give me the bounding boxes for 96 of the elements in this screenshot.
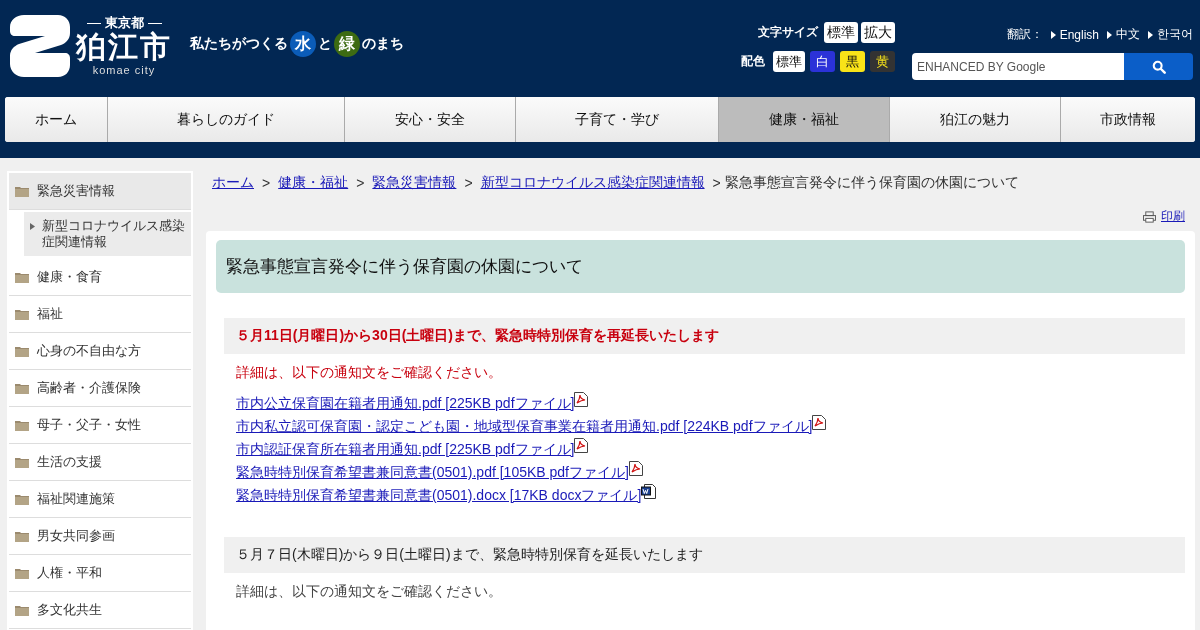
folder-icon bbox=[15, 567, 29, 579]
nav-tab[interactable]: 市政情報 bbox=[1061, 97, 1195, 142]
tagline-text: と bbox=[318, 35, 332, 53]
triangle-icon bbox=[1107, 30, 1112, 39]
breadcrumb-link[interactable]: 健康・福祉 bbox=[278, 174, 349, 192]
word-file-icon bbox=[641, 484, 657, 499]
sidebar-item-label: 生活の支援 bbox=[37, 453, 102, 471]
folder-icon bbox=[15, 308, 29, 320]
breadcrumb-link[interactable]: 緊急災害情報 bbox=[372, 174, 457, 192]
search-field[interactable]: ENHANCED BY Google bbox=[912, 53, 1124, 80]
language-link[interactable]: English bbox=[1050, 27, 1099, 42]
tagline-circle: 緑 bbox=[334, 31, 360, 57]
sidebar-subitem[interactable]: 新型コロナウイルス感染症関連情報 bbox=[24, 212, 191, 256]
print-link[interactable]: 印刷 bbox=[1143, 208, 1185, 225]
sidebar-item-label: 福祉関連施策 bbox=[37, 490, 115, 508]
sidebar-item[interactable]: 心身の不自由な方 bbox=[9, 333, 191, 370]
sidebar-item[interactable]: 高齢者・介護保険 bbox=[9, 370, 191, 407]
folder-icon bbox=[15, 185, 29, 197]
breadcrumb-link[interactable]: ホーム bbox=[212, 174, 254, 192]
pdf-file-icon bbox=[628, 461, 643, 476]
pdf-file-icon bbox=[812, 415, 827, 430]
breadcrumb-separator: > bbox=[464, 175, 473, 191]
sidebar-item[interactable]: 福祉関連施策 bbox=[9, 481, 191, 518]
search-icon bbox=[1151, 59, 1166, 74]
pdf-file-icon bbox=[574, 392, 589, 407]
city-name: 狛江市 bbox=[76, 31, 172, 63]
section-heading: ５月７日(木曜日)から９日(土曜日)まで、緊急時特別保育を延長いたします bbox=[224, 537, 1185, 573]
color-scheme-button[interactable]: 標準 bbox=[773, 51, 805, 72]
sidebar-item-label: 高齢者・介護保険 bbox=[37, 379, 141, 397]
sidebar-item-label: 心身の不自由な方 bbox=[37, 342, 141, 360]
sidebar-item[interactable]: 母子・父子・女性 bbox=[9, 407, 191, 444]
search-button[interactable] bbox=[1124, 53, 1193, 80]
language-link[interactable]: 한국어 bbox=[1148, 26, 1193, 43]
folder-icon bbox=[15, 271, 29, 283]
breadcrumb-separator: > bbox=[712, 175, 721, 191]
translate-label: 翻訳： bbox=[1006, 26, 1043, 43]
nav-tab[interactable]: 狛江の魅力 bbox=[890, 97, 1061, 142]
folder-icon bbox=[15, 456, 29, 468]
font-size-label: 文字サイズ bbox=[758, 24, 818, 41]
sidebar-item[interactable]: 人権・平和 bbox=[9, 555, 191, 592]
sidebar-item-label: 福祉 bbox=[37, 305, 63, 323]
tagline-text: のまち bbox=[362, 35, 404, 53]
color-scheme-button[interactable]: 白 bbox=[810, 51, 835, 72]
sidebar-item[interactable]: 福祉 bbox=[9, 296, 191, 333]
sidebar-subitem-label: 新型コロナウイルス感染症関連情報 bbox=[42, 218, 185, 250]
file-link[interactable]: 緊急時特別保育希望書兼同意書(0501).docx [17KB docxファイル] bbox=[236, 486, 642, 505]
section-note: 詳細は、以下の通知文をご確認ください。 bbox=[236, 583, 503, 601]
folder-icon bbox=[15, 530, 29, 542]
sidebar-item-label: 人権・平和 bbox=[37, 564, 102, 582]
sidebar-item[interactable]: 緊急災害情報 bbox=[9, 173, 191, 210]
prefecture-name: 東京都 bbox=[104, 15, 144, 31]
color-scheme-button[interactable]: 黒 bbox=[840, 51, 865, 72]
city-roman-name: komae city bbox=[92, 63, 156, 77]
nav-tab[interactable]: 安心・安全 bbox=[345, 97, 516, 142]
language-link[interactable]: 中文 bbox=[1107, 26, 1140, 43]
font-size-button[interactable]: 標準 bbox=[824, 22, 858, 43]
pdf-file-icon bbox=[574, 438, 589, 453]
file-link[interactable]: 市内公立保育園在籍者用通知.pdf [225KB pdfファイル] bbox=[236, 394, 575, 413]
folder-icon bbox=[15, 604, 29, 616]
triangle-icon bbox=[1148, 30, 1153, 39]
font-size-button[interactable]: 拡大 bbox=[861, 22, 895, 43]
breadcrumb-link[interactable]: 新型コロナウイルス感染症関連情報 bbox=[480, 174, 705, 192]
section-note: 詳細は、以下の通知文をご確認ください。 bbox=[236, 364, 503, 382]
tagline-text: 私たちがつくる bbox=[190, 35, 288, 53]
color-scheme-label: 配色 bbox=[741, 53, 765, 70]
sidebar-item[interactable]: 男女共同参画 bbox=[9, 518, 191, 555]
file-link[interactable]: 緊急時特別保育希望書兼同意書(0501).pdf [105KB pdfファイル] bbox=[236, 463, 629, 482]
breadcrumb-separator: > bbox=[356, 175, 365, 191]
sidebar-item-label: 男女共同参画 bbox=[37, 527, 115, 545]
folder-icon bbox=[15, 493, 29, 505]
sidebar-item-label: 多文化共生 bbox=[37, 601, 102, 619]
nav-tab[interactable]: 健康・福祉 bbox=[719, 97, 890, 142]
sidebar-item-label: 緊急災害情報 bbox=[37, 182, 115, 200]
nav-tab[interactable]: 暮らしのガイド bbox=[108, 97, 345, 142]
sidebar-item-label: 母子・父子・女性 bbox=[37, 416, 141, 434]
section-heading: ５月11日(月曜日)から30日(土曜日)まで、緊急時特別保育を再延長いたします bbox=[224, 318, 1185, 354]
nav-tab[interactable]: 子育て・学び bbox=[516, 97, 719, 142]
sidebar-item[interactable]: 健康・食育 bbox=[9, 259, 191, 296]
folder-icon bbox=[15, 419, 29, 431]
breadcrumb-current: 緊急事態宣言発令に伴う保育園の休園について bbox=[724, 174, 1019, 192]
article-title: 緊急事態宣言発令に伴う保育園の休園について bbox=[216, 240, 1185, 293]
triangle-icon bbox=[30, 223, 35, 230]
sidebar-item-label: 健康・食育 bbox=[37, 268, 102, 286]
folder-icon bbox=[15, 382, 29, 394]
breadcrumb-separator: > bbox=[262, 175, 271, 191]
sidebar-item[interactable]: 生活の支援 bbox=[9, 444, 191, 481]
tagline-circle: 水 bbox=[290, 31, 316, 57]
triangle-icon bbox=[1050, 30, 1056, 39]
folder-icon bbox=[15, 345, 29, 357]
file-link[interactable]: 市内私立認可保育園・認定こども園・地域型保育事業在籍者用通知.pdf [224KB pdfファイル] bbox=[236, 417, 813, 436]
nav-tab[interactable]: ホーム bbox=[5, 97, 108, 142]
sidebar-item[interactable]: 多文化共生 bbox=[9, 592, 191, 629]
printer-icon bbox=[1143, 210, 1156, 223]
file-link[interactable]: 市内認証保育所在籍者用通知.pdf [225KB pdfファイル] bbox=[236, 440, 575, 459]
color-scheme-button[interactable]: 黄 bbox=[870, 51, 895, 72]
city-logo-icon bbox=[10, 15, 70, 77]
